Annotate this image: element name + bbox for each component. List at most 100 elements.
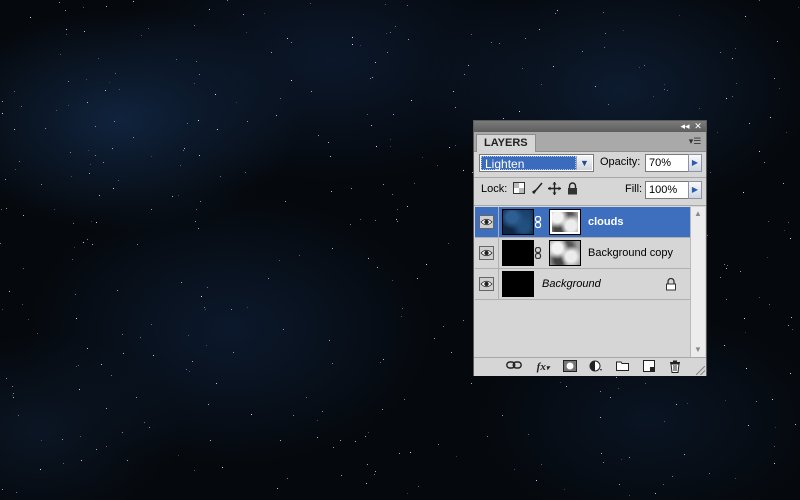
layer-name[interactable]: clouds [588, 207, 623, 237]
lock-image-pixels-icon[interactable] [530, 182, 544, 196]
star [180, 165, 181, 166]
layer-thumbnail[interactable] [502, 240, 534, 266]
star [786, 132, 787, 133]
chain-link-icon[interactable] [534, 247, 542, 259]
star [784, 230, 785, 231]
layer-name[interactable]: Background [542, 269, 601, 299]
opacity-field[interactable]: 70% [645, 154, 689, 172]
lock-transparent-pixels-icon[interactable] [512, 182, 526, 196]
star [194, 25, 195, 26]
star [78, 365, 79, 366]
star [227, 0, 228, 1]
star [181, 282, 182, 283]
star [392, 194, 393, 195]
visibility-toggle[interactable] [475, 207, 499, 237]
chevron-down-icon[interactable]: ▼ [576, 156, 592, 170]
visibility-toggle[interactable] [475, 269, 499, 299]
star [376, 146, 377, 147]
collapse-icon[interactable]: ◂◂ [679, 121, 691, 132]
star [291, 80, 292, 81]
star [371, 125, 372, 126]
star [245, 172, 246, 173]
layer-row-background[interactable]: Background [475, 269, 690, 300]
star [2, 113, 3, 114]
star [99, 195, 100, 196]
close-icon[interactable]: ✕ [692, 121, 704, 132]
lock-position-icon[interactable] [547, 182, 561, 196]
lock-icon [666, 277, 676, 291]
star [756, 401, 757, 402]
star [95, 155, 96, 156]
star [434, 338, 435, 339]
star [448, 243, 449, 244]
layers-scrollbar[interactable]: ▲ ▼ [690, 207, 705, 357]
trash-icon[interactable] [667, 360, 683, 374]
resize-grip-icon[interactable] [696, 366, 705, 375]
star [18, 415, 19, 416]
star [176, 59, 177, 60]
star [449, 147, 450, 148]
star [87, 102, 88, 103]
fill-slider-arrow-icon[interactable]: ▶ [688, 181, 702, 199]
lock-all-icon[interactable] [565, 182, 579, 196]
layer-thumbnail[interactable] [502, 209, 534, 235]
star [1, 209, 2, 210]
fx-icon[interactable]: fx▾ [535, 360, 551, 374]
panel-menu-icon[interactable]: ▾☰ [687, 135, 703, 147]
link-icon[interactable] [506, 360, 522, 374]
layer-mask-thumbnail[interactable] [549, 209, 581, 235]
star [397, 221, 398, 222]
blend-mode-select[interactable]: Lighten ▼ [479, 154, 594, 172]
layer-thumbnail[interactable] [502, 271, 534, 297]
star [14, 91, 15, 92]
star [72, 259, 73, 260]
star [210, 440, 211, 441]
opacity-slider-arrow-icon[interactable]: ▶ [688, 154, 702, 172]
star [382, 409, 383, 410]
star [727, 265, 728, 266]
chain-link-icon[interactable] [534, 216, 542, 228]
star [655, 493, 656, 494]
star [122, 432, 123, 433]
star [399, 453, 400, 454]
star [333, 447, 334, 448]
star [123, 353, 124, 354]
star [117, 290, 118, 291]
star [608, 104, 609, 105]
star [13, 397, 14, 398]
star [519, 111, 520, 112]
star [306, 397, 307, 398]
new-layer-icon[interactable] [641, 360, 657, 374]
star [186, 369, 187, 370]
star [774, 78, 775, 79]
panel-title-bar[interactable]: ◂◂ ✕ [474, 121, 706, 132]
visibility-toggle[interactable] [475, 238, 499, 268]
layer-row-clouds[interactable]: clouds [475, 207, 690, 238]
star [601, 453, 602, 454]
fill-field[interactable]: 100% [645, 181, 689, 199]
star [198, 228, 199, 229]
star [204, 307, 205, 308]
mask-icon[interactable] [562, 360, 578, 374]
scroll-down-icon[interactable]: ▼ [691, 343, 705, 357]
adjustment-icon[interactable] [588, 360, 604, 374]
scroll-up-icon[interactable]: ▲ [691, 207, 705, 221]
layer-name[interactable]: Background copy [588, 238, 673, 268]
star [720, 52, 721, 53]
star [217, 129, 218, 130]
star [287, 478, 288, 479]
star [106, 446, 107, 447]
star [106, 6, 107, 7]
star [111, 375, 112, 376]
star [418, 486, 419, 487]
star [184, 148, 185, 149]
tab-layers[interactable]: LAYERS [476, 134, 536, 152]
star [118, 180, 119, 181]
layer-row-background-copy[interactable]: Background copy [475, 238, 690, 269]
layer-mask-thumbnail[interactable] [549, 240, 581, 266]
star [283, 329, 284, 330]
folder-icon[interactable] [614, 360, 630, 374]
star [194, 83, 195, 84]
star [148, 28, 149, 29]
star [629, 495, 630, 496]
